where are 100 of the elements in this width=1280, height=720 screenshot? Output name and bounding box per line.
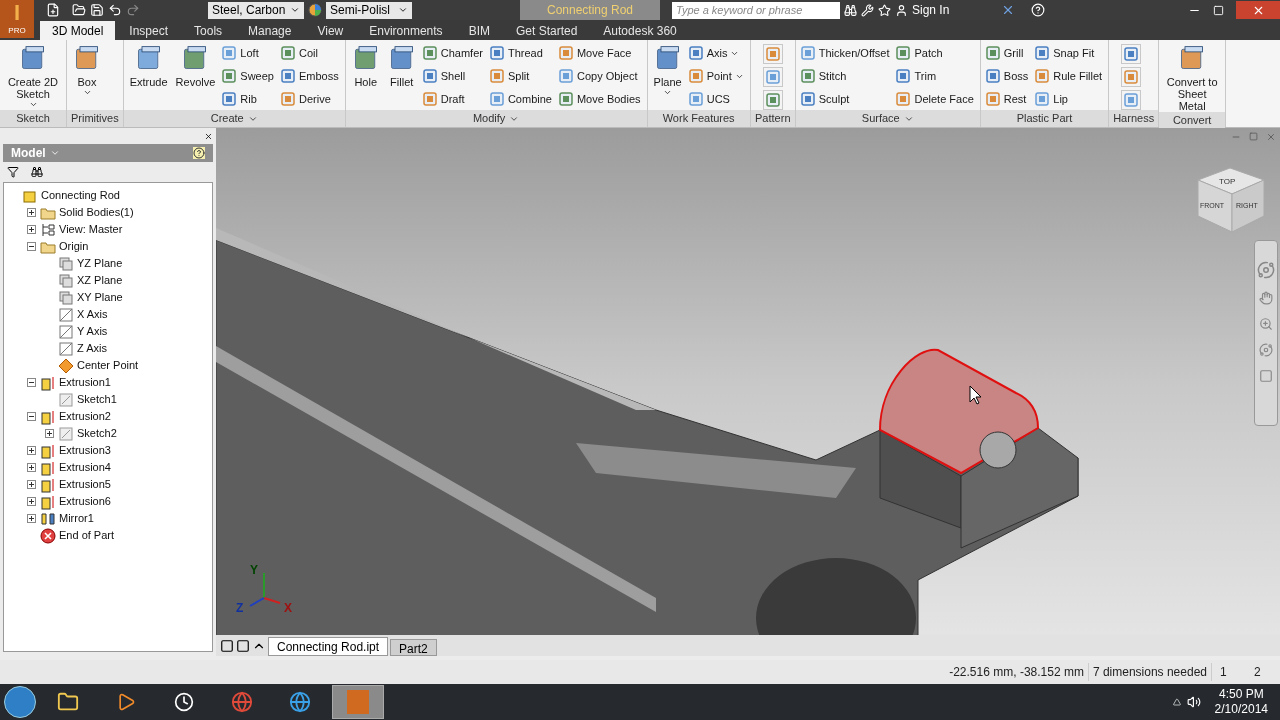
document-tab[interactable]: Part2: [390, 639, 437, 656]
panel-title[interactable]: Plastic Part: [980, 110, 1109, 127]
large-tool-button[interactable]: Extrude: [127, 44, 170, 88]
ribbon-tab[interactable]: Manage: [236, 21, 304, 40]
tree-item[interactable]: X Axis: [77, 306, 108, 323]
tool-button[interactable]: Thicken/Offset: [799, 44, 892, 62]
appearance-dropdown[interactable]: Semi-Polisl: [326, 1, 412, 19]
tree-item[interactable]: XY Plane: [77, 289, 123, 306]
tree-item[interactable]: Sketch1: [77, 391, 117, 408]
tool-button[interactable]: Split: [488, 67, 554, 85]
large-tool-button[interactable]: Fillet: [385, 44, 418, 88]
tree-item[interactable]: YZ Plane: [77, 255, 123, 272]
tree-item[interactable]: Extrusion4: [59, 459, 111, 476]
tool-button[interactable]: Patch: [895, 44, 976, 62]
start-button[interactable]: [4, 686, 36, 718]
ribbon-tab[interactable]: 3D Model: [40, 21, 116, 40]
tree-item[interactable]: Connecting Rod: [41, 187, 120, 204]
large-tool-button[interactable]: Plane: [651, 44, 684, 97]
tool-button[interactable]: Copy Object: [557, 67, 643, 85]
volume-icon[interactable]: [1186, 695, 1201, 709]
large-tool-button[interactable]: Create 2D Sketch: [4, 44, 62, 109]
tool-button[interactable]: Stitch: [799, 67, 892, 85]
view-cube[interactable]: [1197, 167, 1265, 233]
user-icon[interactable]: [895, 3, 908, 17]
tool-button[interactable]: Coil: [280, 44, 341, 62]
panel-title[interactable]: Work Features: [647, 110, 750, 127]
tool-button[interactable]: [1121, 44, 1142, 64]
app-logo[interactable]: I PRO: [0, 0, 34, 38]
tool-button[interactable]: Sweep: [221, 67, 276, 85]
tree-item[interactable]: Mirror1: [59, 510, 94, 527]
sign-in-link[interactable]: Sign In: [912, 1, 950, 19]
large-tool-button[interactable]: Hole: [349, 44, 382, 88]
expand-icon[interactable]: [45, 429, 54, 438]
tree-item[interactable]: Origin: [59, 238, 89, 255]
tool-button[interactable]: Combine: [488, 90, 554, 108]
tool-button[interactable]: Snap Fit: [1034, 44, 1105, 62]
panel-title[interactable]: Primitives: [67, 110, 123, 127]
tool-button[interactable]: Grill: [984, 44, 1031, 62]
tool-button[interactable]: UCS: [687, 90, 746, 108]
binoculars-icon[interactable]: [844, 3, 857, 17]
expand-icon[interactable]: [27, 497, 36, 506]
document-tab[interactable]: Connecting Rod.ipt: [268, 637, 389, 656]
clock-date[interactable]: 2/10/2014: [1214, 702, 1268, 717]
search-field[interactable]: Type a keyword or phrase: [672, 1, 840, 19]
tree-item[interactable]: Center Point: [77, 357, 139, 374]
panel-title[interactable]: Pattern: [750, 110, 795, 127]
tool-button[interactable]: [762, 90, 783, 110]
clock-time[interactable]: 4:50 PM: [1218, 687, 1264, 702]
tool-button[interactable]: Point: [687, 67, 746, 85]
expand-icon[interactable]: [27, 225, 36, 234]
ribbon-tab[interactable]: BIM: [456, 21, 502, 40]
tool-button[interactable]: Move Bodies: [557, 90, 643, 108]
tool-button[interactable]: Thread: [488, 44, 554, 62]
large-tool-button[interactable]: Box: [71, 44, 103, 97]
color-wheel-icon[interactable]: [308, 3, 322, 17]
ribbon-tab[interactable]: Environments: [357, 21, 455, 40]
save-icon[interactable]: [90, 3, 104, 17]
tool-button[interactable]: Delete Face: [895, 90, 976, 108]
panel-title[interactable]: Sketch: [0, 110, 66, 127]
tool-button[interactable]: Chamfer: [421, 44, 485, 62]
tool-button[interactable]: Lip: [1034, 90, 1105, 108]
tree-item[interactable]: View: Master: [59, 221, 123, 238]
expand-icon[interactable]: [27, 480, 36, 489]
tool-button[interactable]: Rib: [221, 90, 276, 108]
ribbon-tab[interactable]: Inspect: [117, 21, 181, 40]
star-icon[interactable]: [878, 3, 891, 17]
filter-icon[interactable]: [7, 166, 19, 178]
tool-button[interactable]: Rule Fillet: [1034, 67, 1105, 85]
expand-icon[interactable]: [27, 208, 36, 217]
ribbon-tab[interactable]: Tools: [182, 21, 235, 40]
help-icon[interactable]: [193, 147, 205, 159]
tree-item[interactable]: Extrusion1: [59, 374, 111, 391]
tool-button[interactable]: Draft: [421, 90, 485, 108]
tree-item[interactable]: Extrusion2: [59, 408, 111, 425]
tool-button[interactable]: Rest: [984, 90, 1031, 108]
tree-item[interactable]: Extrusion6: [59, 493, 111, 510]
open-icon[interactable]: [72, 3, 86, 17]
tool-button[interactable]: Boss: [984, 67, 1031, 85]
tree-item[interactable]: Y Axis: [77, 323, 108, 340]
collapse-icon[interactable]: [27, 378, 36, 387]
large-tool-button[interactable]: Revolve: [173, 44, 218, 88]
tool-button[interactable]: Emboss: [280, 67, 341, 85]
tool-button[interactable]: Axis: [687, 44, 746, 62]
tree-item[interactable]: Extrusion5: [59, 476, 111, 493]
panel-title[interactable]: Modify: [345, 110, 647, 127]
panel-title[interactable]: Create: [123, 110, 345, 127]
tool-button[interactable]: [1121, 90, 1142, 110]
tree-item[interactable]: Extrusion3: [59, 442, 111, 459]
tool-button[interactable]: Sculpt: [799, 90, 892, 108]
collapse-icon[interactable]: [27, 412, 36, 421]
tool-button[interactable]: Loft: [221, 44, 276, 62]
collapse-icon[interactable]: [27, 242, 36, 251]
tool-button[interactable]: [762, 67, 783, 87]
tree-item[interactable]: End of Part: [59, 527, 115, 544]
panel-title[interactable]: Convert: [1159, 112, 1226, 129]
panel-title[interactable]: Harness: [1109, 110, 1159, 127]
tray-arrow-icon[interactable]: [1172, 698, 1181, 706]
expand-icon[interactable]: [27, 446, 36, 455]
wrench-icon[interactable]: [861, 3, 874, 17]
expand-icon[interactable]: [27, 514, 36, 523]
